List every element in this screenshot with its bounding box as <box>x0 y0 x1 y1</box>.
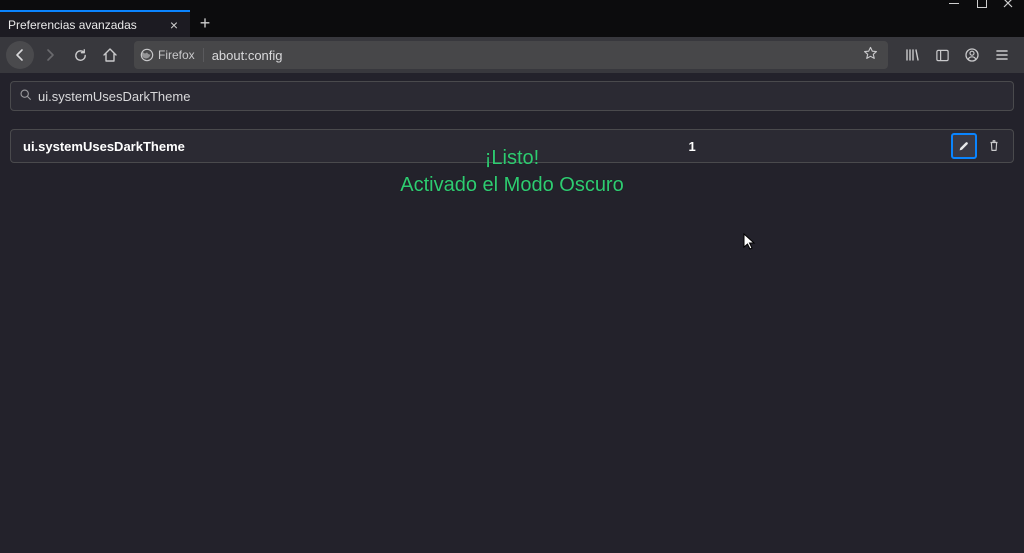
tab-strip: Preferencias avanzadas × + <box>0 10 1024 37</box>
trash-icon <box>987 139 1001 153</box>
about-config-content: ui.systemUsesDarkTheme ui.systemUsesDark… <box>0 73 1024 163</box>
app-menu-button[interactable] <box>988 41 1016 69</box>
tab-about-config[interactable]: Preferencias avanzadas × <box>0 10 190 37</box>
window-controls-bar <box>0 0 1024 10</box>
navigation-toolbar: Firefox about:config <box>0 37 1024 73</box>
window-close-button[interactable] <box>1002 0 1014 9</box>
toolbar-right-buttons <box>898 41 1018 69</box>
nav-forward-button[interactable] <box>36 41 64 69</box>
url-text: about:config <box>204 48 859 63</box>
tab-close-icon[interactable]: × <box>166 17 182 33</box>
url-identity-label: Firefox <box>158 48 195 62</box>
nav-back-button[interactable] <box>6 41 34 69</box>
pref-row: ui.systemUsesDarkTheme 1 <box>10 129 1014 163</box>
nav-reload-button[interactable] <box>66 41 94 69</box>
sidebar-button[interactable] <box>928 41 956 69</box>
mouse-cursor-icon <box>743 233 757 254</box>
pref-edit-button[interactable] <box>951 133 977 159</box>
pencil-icon <box>957 139 971 153</box>
config-search-input[interactable]: ui.systemUsesDarkTheme <box>10 81 1014 111</box>
library-button[interactable] <box>898 41 926 69</box>
config-search-value: ui.systemUsesDarkTheme <box>38 89 190 104</box>
bookmark-star-icon[interactable] <box>859 46 882 64</box>
new-tab-button[interactable]: + <box>190 10 220 37</box>
tab-title: Preferencias avanzadas <box>8 18 166 32</box>
search-icon <box>19 88 32 104</box>
window-minimize-button[interactable] <box>948 0 960 9</box>
firefox-brand-icon <box>140 48 154 62</box>
url-identity[interactable]: Firefox <box>140 48 204 62</box>
window-maximize-button[interactable] <box>976 0 988 9</box>
pref-delete-button[interactable] <box>983 135 1005 157</box>
account-button[interactable] <box>958 41 986 69</box>
pref-name: ui.systemUsesDarkTheme <box>19 139 433 154</box>
pref-value: 1 <box>433 139 951 154</box>
url-bar[interactable]: Firefox about:config <box>134 41 888 69</box>
overlay-line2: Activado el Modo Oscuro <box>0 172 1024 199</box>
nav-home-button[interactable] <box>96 41 124 69</box>
